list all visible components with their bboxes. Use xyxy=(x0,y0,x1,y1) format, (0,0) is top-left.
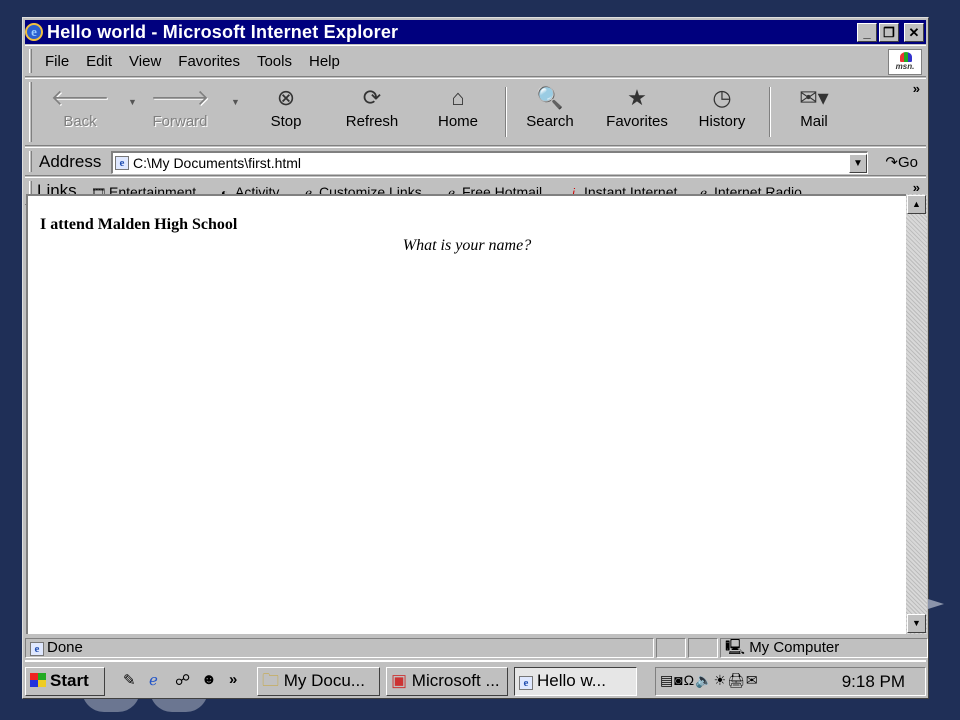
scroll-up-icon[interactable]: ▲ xyxy=(907,195,926,214)
menu-grip[interactable] xyxy=(29,49,32,73)
history-label: History xyxy=(698,113,746,130)
folder-icon: 🗀 xyxy=(262,671,279,690)
stop-button[interactable]: ⊗ Stop xyxy=(251,83,321,141)
standard-toolbar: 🡐 Back ▼ 🡒 Forward ▼ ⊗ Stop ⟳ Refresh ⌂ … xyxy=(25,78,926,146)
page-heading: I attend Malden High School xyxy=(40,216,238,233)
stop-icon: ⊗ xyxy=(276,85,296,110)
status-bar: e Done 🖳 My Computer xyxy=(25,636,928,658)
home-icon: ⌂ xyxy=(451,85,465,110)
history-button[interactable]: ◷ History xyxy=(687,83,757,141)
page-question: What is your name? xyxy=(402,237,532,254)
close-button[interactable]: ✕ xyxy=(904,22,924,42)
restore-button[interactable]: ❐ xyxy=(879,22,899,42)
toolbar-separator xyxy=(505,87,507,137)
computer-icon: 🖳 xyxy=(725,639,746,656)
forward-arrow-icon: 🡒 xyxy=(150,85,210,110)
zone-text: My Computer xyxy=(749,639,840,656)
quick-launch-user-icon[interactable]: ☻ xyxy=(201,671,217,688)
back-arrow-icon: 🡐 xyxy=(50,85,110,110)
quick-launch-outlook-icon[interactable]: ✎ xyxy=(123,671,136,689)
forward-button[interactable]: 🡒 Forward xyxy=(145,83,215,141)
task-hello-world[interactable]: e Hello w... xyxy=(514,667,637,696)
favorites-button[interactable]: ★ Favorites xyxy=(599,83,675,141)
mail-label: Mail xyxy=(800,113,828,130)
vertical-scrollbar[interactable]: ▲ ▼ xyxy=(906,194,927,634)
toolbar-chevron-icon[interactable]: » xyxy=(913,81,920,96)
powerpoint-icon: ▣ xyxy=(391,671,408,690)
tray-icons[interactable]: ▤◙Ω🔈☀🖨✉ xyxy=(660,672,759,689)
quick-launch-ie-icon[interactable]: ℯ xyxy=(149,671,158,689)
page-content: I attend Malden High School What is your… xyxy=(26,194,906,634)
go-label: Go xyxy=(897,154,918,171)
go-button[interactable]: ↷Go xyxy=(885,153,918,171)
toolbar-grip[interactable] xyxy=(29,82,32,142)
task-label: Hello w... xyxy=(537,671,606,690)
mail-button[interactable]: ✉▾ Mail xyxy=(779,83,849,141)
status-text: Done xyxy=(47,639,83,656)
taskbar: Start ✎ ℯ ☍ ☻ » 🗀 My Docu... ▣ Microsoft… xyxy=(25,660,926,697)
status-pane-security xyxy=(688,638,718,658)
refresh-button[interactable]: ⟳ Refresh xyxy=(337,83,407,141)
ie-icon: e xyxy=(25,23,43,41)
forward-dropdown-icon[interactable]: ▼ xyxy=(231,97,240,107)
page-icon: e xyxy=(115,156,129,170)
favorites-label: Favorites xyxy=(606,113,668,130)
menu-file[interactable]: File xyxy=(45,53,69,70)
toolbar-separator xyxy=(769,87,771,137)
links-chevron-icon[interactable]: » xyxy=(913,180,920,195)
mail-icon: ✉▾ xyxy=(799,85,829,110)
search-icon: 🔍 xyxy=(536,85,564,110)
address-label: Address xyxy=(39,152,102,171)
status-zone-pane: 🖳 My Computer xyxy=(720,638,928,658)
page-icon: e xyxy=(30,642,44,656)
back-dropdown-icon[interactable]: ▼ xyxy=(128,97,137,107)
scroll-down-icon[interactable]: ▼ xyxy=(907,614,926,633)
back-label: Back xyxy=(63,113,97,130)
status-pane-progress xyxy=(656,638,686,658)
task-microsoft[interactable]: ▣ Microsoft ... xyxy=(386,667,508,696)
search-button[interactable]: 🔍 Search xyxy=(515,83,585,141)
menu-view[interactable]: View xyxy=(129,53,161,70)
search-label: Search xyxy=(526,113,574,130)
ie-page-icon: e xyxy=(519,676,533,690)
windows-logo-icon xyxy=(30,673,46,687)
pointer-arrow-icon xyxy=(928,599,944,609)
clock[interactable]: 9:18 PM xyxy=(842,672,905,692)
favorites-icon: ★ xyxy=(627,85,647,110)
home-button[interactable]: ⌂ Home xyxy=(423,83,493,141)
menu-favorites[interactable]: Favorites xyxy=(178,53,240,70)
quick-launch-chevron-icon[interactable]: » xyxy=(229,671,237,688)
home-label: Home xyxy=(437,113,478,130)
address-grip[interactable] xyxy=(29,151,32,172)
refresh-label: Refresh xyxy=(345,113,399,130)
address-value: C:\My Documents\first.html xyxy=(133,155,302,171)
menu-edit[interactable]: Edit xyxy=(86,53,112,70)
minimize-button[interactable]: _ xyxy=(857,22,877,42)
task-label: Microsoft ... xyxy=(411,671,500,690)
back-button[interactable]: 🡐 Back xyxy=(45,83,115,141)
menu-tools[interactable]: Tools xyxy=(257,53,292,70)
forward-label: Forward xyxy=(152,113,208,130)
task-label: My Docu... xyxy=(283,671,365,690)
status-main-pane: e Done xyxy=(25,638,654,658)
window-title: Hello world - Microsoft Internet Explore… xyxy=(47,21,399,42)
browser-window: e Hello world - Microsoft Internet Explo… xyxy=(22,17,929,699)
go-arrow-icon: ↷ xyxy=(885,154,898,171)
history-icon: ◷ xyxy=(712,85,732,110)
address-bar: Address e C:\My Documents\first.html ▼ ↷… xyxy=(25,147,926,176)
title-bar[interactable]: e Hello world - Microsoft Internet Explo… xyxy=(25,20,926,44)
menu-help[interactable]: Help xyxy=(309,53,340,70)
quick-launch-channels-icon[interactable]: ☍ xyxy=(175,671,190,689)
start-button[interactable]: Start xyxy=(25,667,105,696)
task-my-documents[interactable]: 🗀 My Docu... xyxy=(257,667,380,696)
msn-logo: msn. xyxy=(888,49,922,75)
refresh-icon: ⟳ xyxy=(362,85,382,110)
menu-bar: File Edit View Favorites Tools Help msn. xyxy=(25,45,926,77)
address-dropdown-icon[interactable]: ▼ xyxy=(849,153,867,173)
system-tray: ▤◙Ω🔈☀🖨✉ 9:18 PM xyxy=(655,667,926,696)
start-label: Start xyxy=(50,671,89,690)
address-input[interactable]: e C:\My Documents\first.html ▼ xyxy=(111,151,868,174)
stop-label: Stop xyxy=(270,113,302,130)
